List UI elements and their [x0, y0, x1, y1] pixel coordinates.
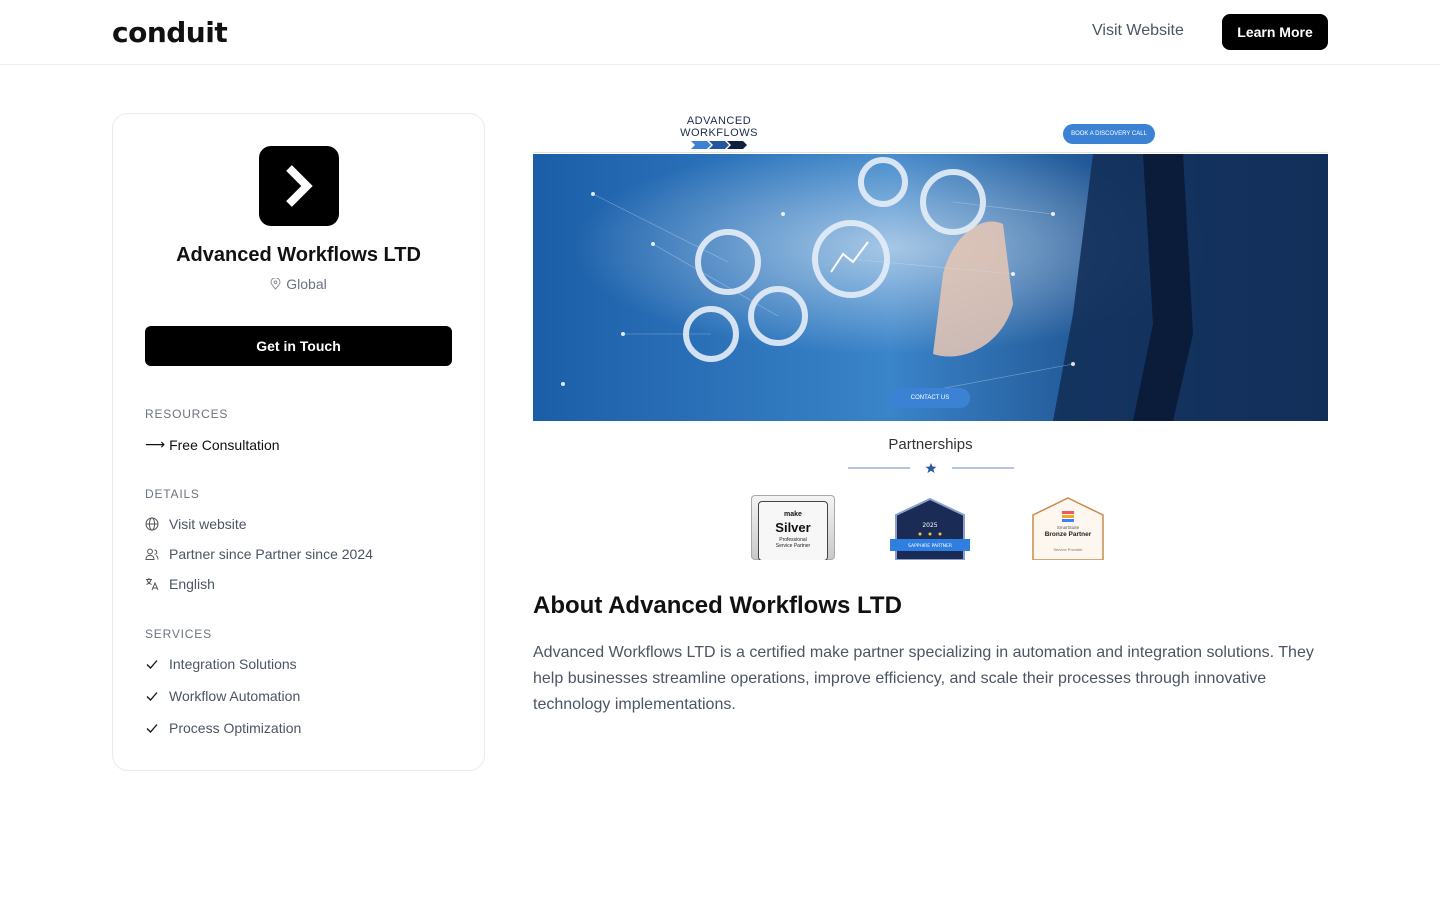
check-icon	[146, 660, 158, 669]
services-title: SERVICES	[145, 627, 212, 641]
badge-year: 2025	[922, 522, 937, 529]
detail-label: Partner since Partner since 2024	[169, 546, 373, 562]
about-title: About Advanced Workflows LTD	[533, 592, 902, 619]
badge-brand: make	[784, 511, 802, 518]
brand-chevrons-icon	[691, 141, 747, 149]
resources-title: RESOURCES	[145, 407, 229, 421]
company-name: Advanced Workflows LTD	[176, 244, 421, 266]
make-silver-badge: make Silver Professional Service Partner	[751, 495, 835, 560]
service-item: Integration Solutions	[145, 656, 297, 672]
learn-more-button[interactable]: Learn More	[1222, 14, 1328, 50]
map-pin-icon	[270, 278, 281, 290]
badge-title: Silver	[775, 520, 811, 535]
conduit-logo[interactable]: conduit	[112, 16, 228, 49]
hero-header: ADVANCED WORKFLOWS BOOK A DISCOVERY CALL	[533, 113, 1328, 153]
service-label: Integration Solutions	[169, 656, 297, 672]
smartsuite-bronze-badge: SmartSuite Bronze Partner Service Provid…	[1031, 497, 1105, 560]
website-screenshot: ADVANCED WORKFLOWS BOOK A DISCOVERY CALL	[533, 113, 1328, 560]
language-icon	[146, 578, 159, 591]
users-icon	[145, 548, 159, 560]
sapphire-partner-badge: 2025 SAPPHIRE PARTNER	[890, 497, 970, 560]
star-divider-icon	[848, 463, 1014, 473]
badge-brand: SmartSuite	[1056, 525, 1080, 530]
arrow-right-icon: ⟶	[145, 436, 166, 452]
badge-label: SAPPHIRE PARTNER	[908, 543, 952, 549]
hero-brand-line1: ADVANCED	[686, 115, 752, 127]
service-label: Workflow Automation	[169, 688, 301, 704]
location-text: Global	[286, 276, 327, 292]
hero-image	[533, 154, 1328, 421]
resource-label: Free Consultation	[169, 436, 280, 453]
partnerships-title: Partnerships	[888, 436, 973, 453]
check-icon	[146, 724, 158, 733]
details-title: DETAILS	[145, 487, 200, 501]
partner-badges: make Silver Professional Service Partner…	[533, 495, 1328, 560]
check-icon	[146, 692, 158, 701]
detail-label: English	[169, 576, 215, 592]
get-in-touch-button[interactable]: Get in Touch	[145, 326, 452, 366]
location: Global	[113, 276, 484, 292]
detail-label: Visit website	[169, 516, 247, 532]
detail-partner-since: Partner since Partner since 2024	[145, 546, 373, 562]
globe-icon	[145, 517, 159, 531]
badge-subtitle: Service Provider	[1053, 547, 1083, 552]
detail-language: English	[145, 576, 215, 592]
service-item: Process Optimization	[145, 720, 301, 736]
hero-brand-line2: WORKFLOWS	[680, 127, 758, 139]
free-consultation-link[interactable]: ⟶ Free Consultation	[145, 436, 280, 453]
partner-profile-card: Advanced Workflows LTD Global Get in Tou…	[112, 113, 485, 771]
top-navigation: conduit Visit Website Learn More	[0, 0, 1440, 65]
hero-brand: ADVANCED WORKFLOWS	[673, 115, 765, 150]
badge-sub2: Service Partner	[775, 543, 811, 549]
visit-website-link[interactable]: Visit Website	[1092, 22, 1184, 40]
company-logo	[259, 146, 339, 226]
hero-discovery-button: BOOK A DISCOVERY CALL	[1063, 124, 1155, 144]
badge-title: Bronze Partner	[1044, 531, 1092, 538]
hero-contact-button: CONTACT US	[890, 388, 970, 408]
service-item: Workflow Automation	[145, 688, 300, 704]
service-label: Process Optimization	[169, 720, 302, 736]
chevron-right-icon	[286, 165, 313, 207]
about-text: Advanced Workflows LTD is a certified ma…	[533, 644, 1314, 713]
detail-visit-website[interactable]: Visit website	[145, 516, 247, 532]
